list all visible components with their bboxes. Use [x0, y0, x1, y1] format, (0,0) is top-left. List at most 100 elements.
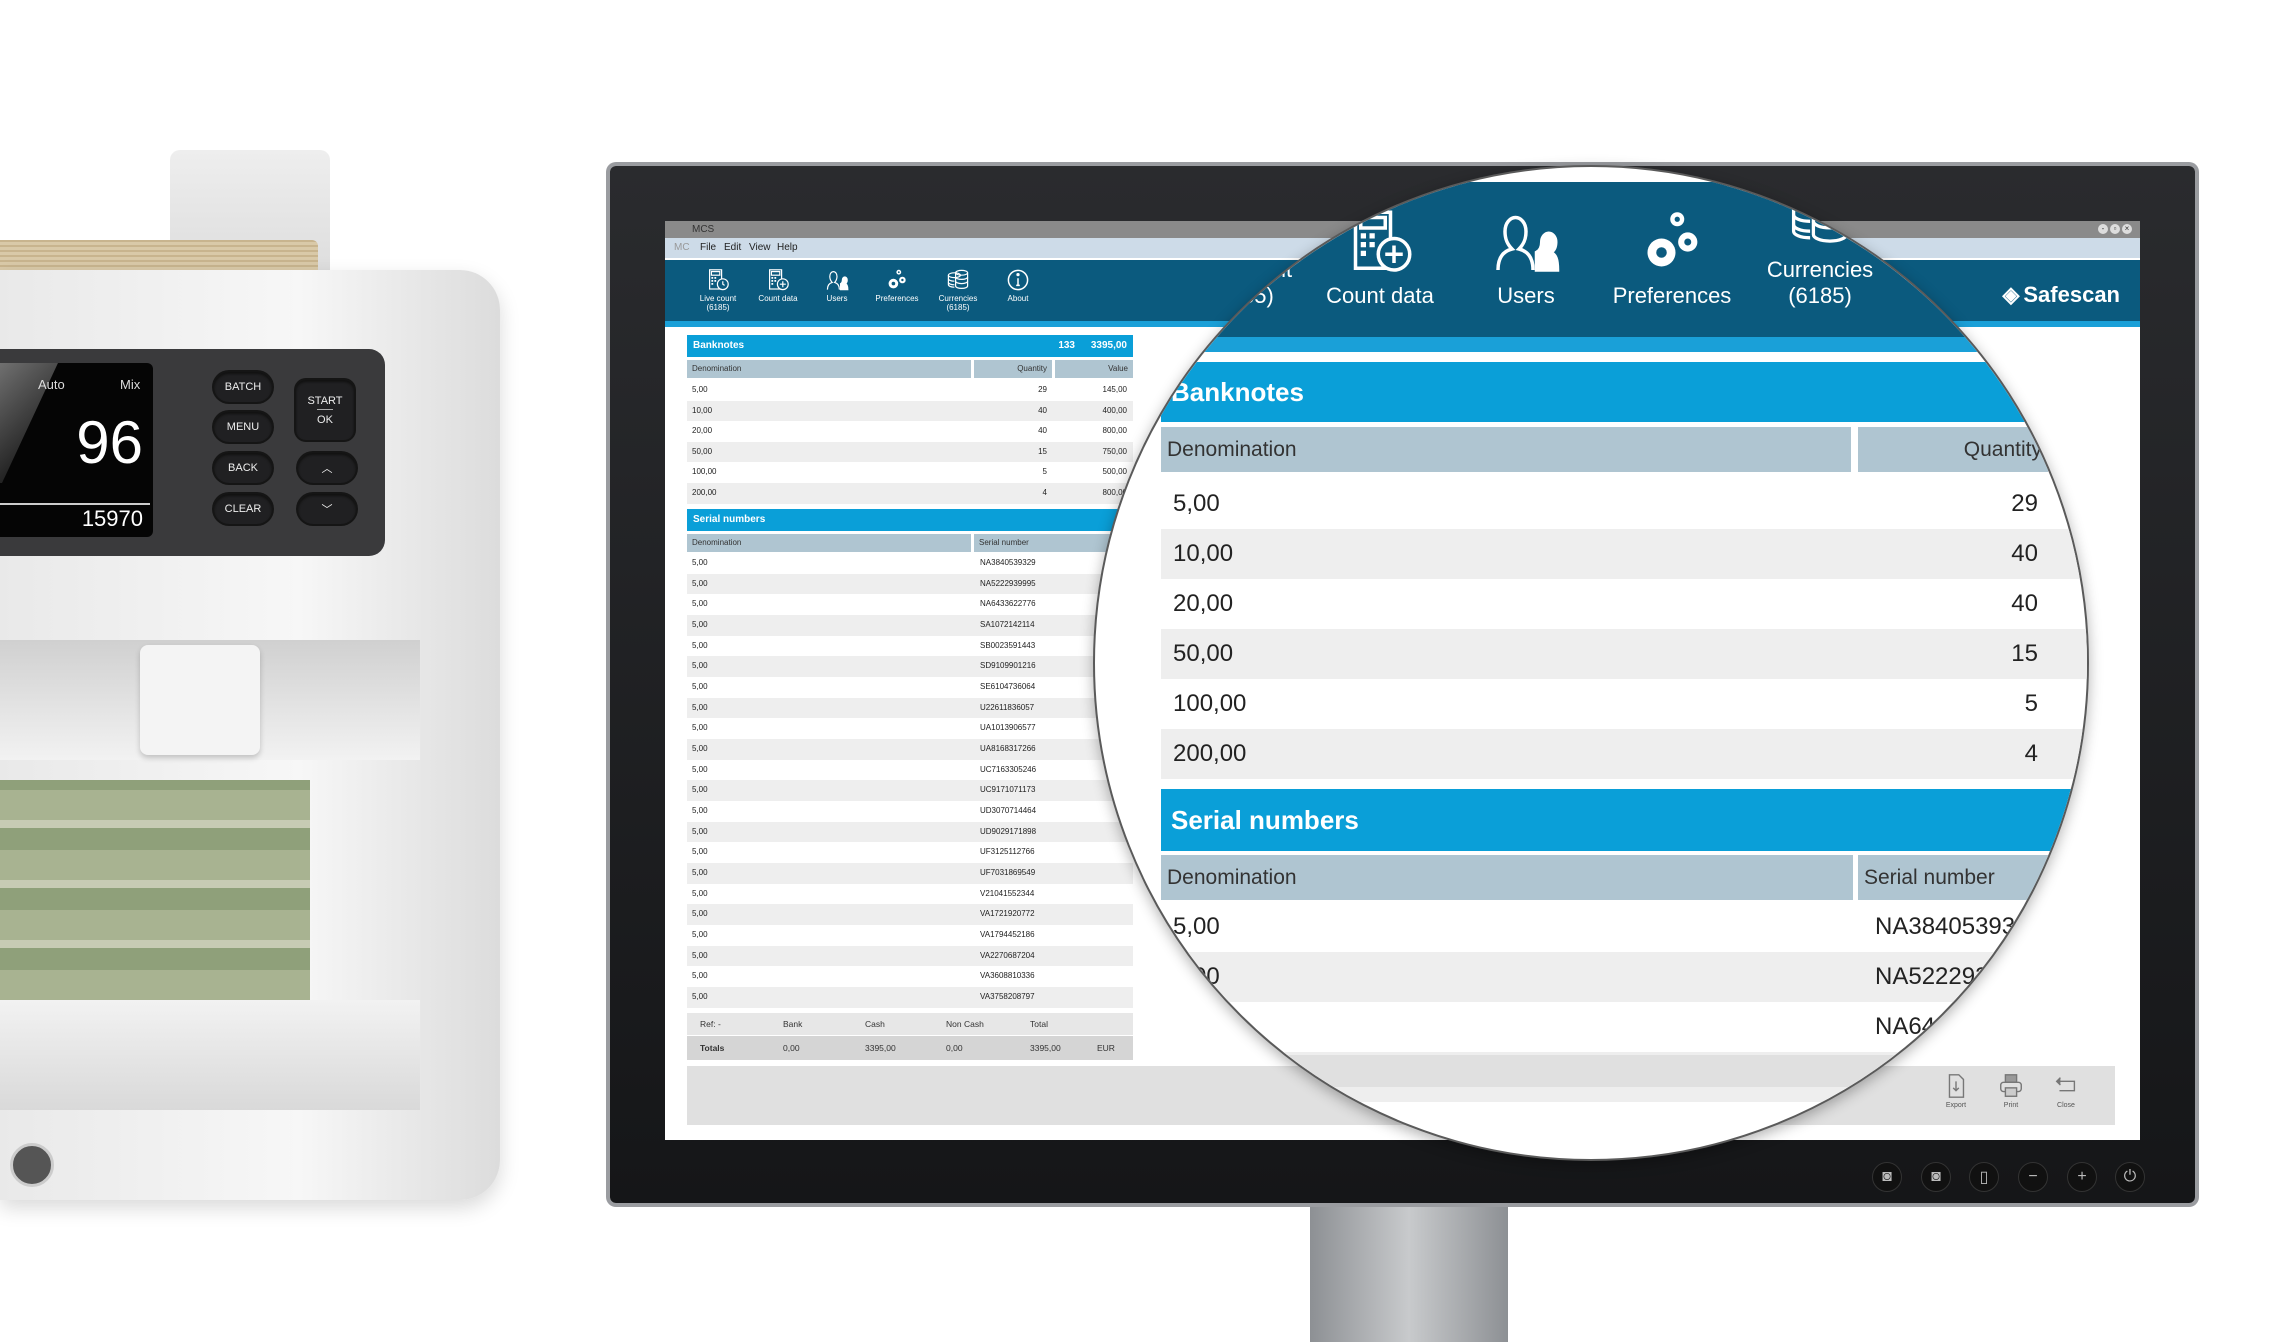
serial-number: SA1072142114: [980, 620, 1035, 629]
chevron-down-icon: ﹀: [321, 504, 333, 516]
totals-label: Totals: [700, 1043, 725, 1053]
serials-title: Serial numbers: [693, 514, 766, 525]
magnified-toolbar-preferences[interactable]: Preferences: [1587, 207, 1757, 309]
table-row[interactable]: 5,00 UC7163305246: [687, 760, 1133, 781]
magnified-table-row[interactable]: 10,00 40: [1161, 529, 2087, 579]
denomination: 5,00: [692, 888, 708, 898]
toolbar-live-count[interactable]: Live count (6185): [690, 268, 746, 312]
table-row[interactable]: 20,00 40 800,00: [687, 421, 1133, 442]
table-row[interactable]: 5,00 SB0023591443: [687, 636, 1133, 657]
column-header[interactable]: Denomination: [687, 360, 971, 378]
back-button[interactable]: BACK: [214, 453, 272, 483]
magnified-toolbar-users[interactable]: Users: [1441, 207, 1611, 309]
table-row[interactable]: 5,00 UD3070714464: [687, 801, 1133, 822]
denomination: 5,00: [692, 661, 708, 671]
denomination: 10,00: [1173, 540, 1234, 567]
action-label: Close: [2057, 1102, 2075, 1109]
magnified-table-row[interactable]: 5,00 29: [1161, 479, 2087, 529]
totals-value: 3395,00: [1030, 1043, 1061, 1053]
table-row[interactable]: 5,00 U22611836057: [687, 697, 1133, 719]
toolbar-preferences[interactable]: Preferences: [869, 268, 925, 303]
table-row[interactable]: 5,00 SA1072142114: [687, 615, 1133, 636]
table-row[interactable]: 5,00 UC9171071173: [687, 780, 1133, 801]
magnified-table-row[interactable]: 100,00 5: [1161, 679, 2087, 729]
table-row[interactable]: 5,00 UA1013906577: [687, 718, 1133, 739]
table-row[interactable]: 5,00 SE6104736064: [687, 677, 1133, 698]
menu-edit[interactable]: Edit: [724, 238, 741, 258]
up-button[interactable]: ︿: [298, 453, 356, 483]
banknotes-quantity-total: 133: [2016, 377, 2060, 407]
menu-help[interactable]: Help: [777, 238, 798, 258]
menu-button[interactable]: MENU: [214, 412, 272, 442]
quantity: 15: [2011, 640, 2038, 667]
column-header[interactable]: Value: [1055, 360, 1133, 378]
banknotes-column-headers: Denomination Quantity Value: [687, 360, 1133, 378]
table-row[interactable]: 5,00 UA8168317266: [687, 739, 1133, 760]
table-row[interactable]: 200,00 4 800,00: [687, 483, 1133, 504]
toolbar-count-data[interactable]: Count data: [750, 268, 806, 303]
column-header[interactable]: Denomination: [687, 534, 971, 552]
table-row[interactable]: 5,00 NA5222939995: [687, 573, 1133, 595]
magnified-table-row[interactable]: 20,00 40: [1161, 579, 2087, 629]
down-button[interactable]: ﹀: [298, 494, 356, 524]
menu-mc[interactable]: MC: [674, 238, 690, 258]
action-label: Export: [1945, 1102, 1967, 1109]
close-window-icon[interactable]: ×: [2122, 224, 2132, 234]
monitor-menu-icon[interactable]: ▯: [1969, 1162, 1999, 1192]
table-row[interactable]: 5,00 VA3608810336: [687, 966, 1133, 987]
monitor-minus-icon[interactable]: −: [2018, 1162, 2048, 1192]
magnified-table-row[interactable]: 50,00 15: [1161, 629, 2087, 679]
magnified-table-row[interactable]: 5,00 NA6433622776: [1161, 1002, 2087, 1052]
table-row[interactable]: 5,00 SD9109901216: [687, 656, 1133, 677]
minimize-icon[interactable]: -: [2098, 224, 2108, 234]
table-row[interactable]: 5,00 UF7031869549: [687, 863, 1133, 884]
magnified-table-row[interactable]: 200,00 4: [1161, 729, 2087, 779]
start-ok-button[interactable]: START OK: [296, 380, 354, 440]
table-row[interactable]: 5,00 VA1794452186: [687, 925, 1133, 946]
table-row[interactable]: 5,00 UD9029171898: [687, 821, 1133, 843]
column-header[interactable]: Denomination: [1161, 427, 1851, 472]
table-row[interactable]: 5,00 V21041552344: [687, 884, 1133, 905]
count-readout: 96: [76, 409, 143, 476]
table-row[interactable]: 50,00 15 750,00: [687, 441, 1133, 463]
table-row[interactable]: 5,00 UF3125112766: [687, 842, 1133, 863]
column-header[interactable]: Quantity: [1858, 427, 2048, 472]
batch-button[interactable]: BATCH: [214, 372, 272, 402]
serial-number: VA3758208797: [980, 992, 1035, 1002]
serial-number: VA2270687204: [980, 950, 1035, 960]
column-header[interactable]: Serial number: [1858, 855, 2087, 900]
maximize-icon[interactable]: ▫: [2110, 224, 2120, 234]
magnified-table-row[interactable]: 5,00 NA3840539329: [1161, 902, 2087, 952]
table-row[interactable]: 5,00 NA6433622776: [687, 594, 1133, 615]
table-row[interactable]: 5,00 VA3758208797: [687, 987, 1133, 1008]
currency: EUR: [1097, 1043, 1115, 1053]
table-row[interactable]: 5,00 29 145,00: [687, 380, 1133, 401]
menu-file[interactable]: File: [700, 238, 716, 258]
denomination: 5,00: [692, 764, 708, 774]
magnified-toolbar-about[interactable]: About: [1881, 207, 2051, 309]
quantity: 5: [1042, 467, 1047, 477]
table-row[interactable]: 5,00 VA2270687204: [687, 945, 1133, 967]
monitor-input2-icon[interactable]: ◙: [1921, 1162, 1951, 1192]
users-icon: [1441, 207, 1611, 277]
toolbar-users[interactable]: Users: [809, 268, 865, 303]
table-row[interactable]: 5,00 VA1721920772: [687, 904, 1133, 925]
table-row[interactable]: 100,00 5 500,00: [687, 462, 1133, 483]
monitor-plus-icon[interactable]: +: [2067, 1162, 2097, 1192]
toolbar-about[interactable]: About: [990, 268, 1046, 303]
menu-view[interactable]: View: [749, 238, 771, 258]
toolbar-currencies[interactable]: Currencies (6185): [930, 268, 986, 312]
banknotes-title: Banknotes: [693, 340, 745, 351]
monitor-input-icon[interactable]: ◙: [1872, 1162, 1902, 1192]
column-header[interactable]: Quantity: [974, 360, 1052, 378]
monitor-power-icon[interactable]: ⏻: [2115, 1162, 2145, 1192]
magnified-toolbar-count-data[interactable]: Count data: [1295, 207, 1465, 309]
table-row[interactable]: 5,00 NA3840539329: [687, 553, 1133, 574]
serial-number: VA1721920772: [980, 909, 1035, 919]
magnified-toolbar-currencies[interactable]: Currencies (6185): [1735, 185, 1905, 309]
table-row[interactable]: 10,00 40 400,00: [687, 400, 1133, 422]
magnified-table-row[interactable]: 5,00 NA5222939995: [1161, 952, 2087, 1002]
denomination: 5,00: [1173, 963, 1220, 990]
clear-button[interactable]: CLEAR: [214, 494, 272, 524]
column-header[interactable]: Denomination: [1161, 855, 1853, 900]
